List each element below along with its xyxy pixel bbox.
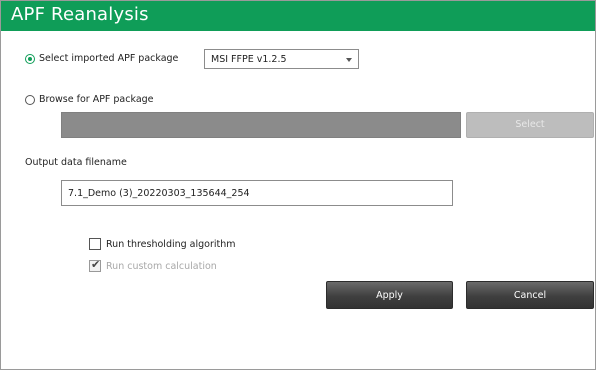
browse-apf-label[interactable]: Browse for APF package [39,94,154,105]
select-imported-radio[interactable] [25,54,35,64]
select-imported-label[interactable]: Select imported APF package [39,53,178,64]
run-custom-calculation-label: Run custom calculation [106,261,217,272]
chevron-down-icon [346,58,352,62]
apf-reanalysis-dialog: APF Reanalysis Select imported APF packa… [0,0,596,370]
apf-package-dropdown[interactable]: MSI FFPE v1.2.5 [204,49,359,69]
run-custom-calculation-checkbox: ✔ [89,258,101,272]
run-thresholding-checkbox[interactable] [89,238,101,250]
title-bar: APF Reanalysis [1,1,595,31]
apf-path-field [61,112,461,138]
output-filename-input[interactable]: 7.1_Demo (3)_20220303_135644_254 [61,180,453,206]
dialog-title: APF Reanalysis [11,4,149,25]
output-filename-label: Output data filename [25,157,127,168]
browse-apf-radio[interactable] [25,95,35,105]
apf-package-selected-value: MSI FFPE v1.2.5 [211,54,287,65]
cancel-button[interactable]: Cancel [466,281,594,309]
output-filename-value: 7.1_Demo (3)_20220303_135644_254 [68,188,250,199]
run-thresholding-label[interactable]: Run thresholding algorithm [106,239,236,250]
select-button: Select [466,112,594,138]
checkmark-icon: ✔ [91,258,101,271]
apply-button[interactable]: Apply [326,281,453,309]
